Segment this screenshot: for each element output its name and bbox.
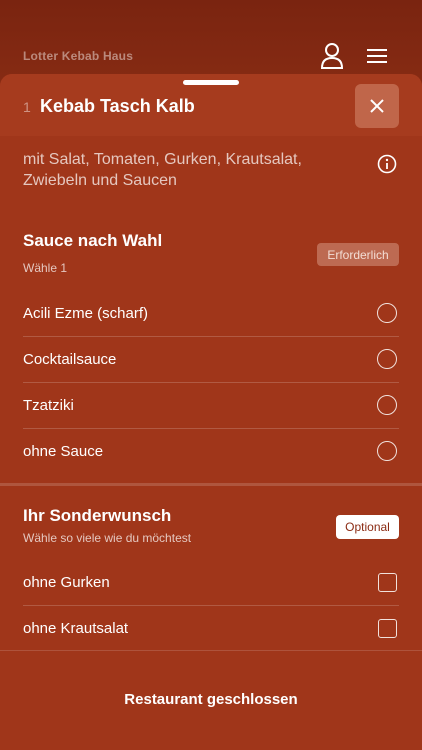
radio-button[interactable] <box>377 349 397 369</box>
optional-badge: Optional <box>336 515 399 539</box>
item-description: mit Salat, Tomaten, Gurken, Krautsalat, … <box>23 151 302 189</box>
sauce-section-title: Sauce nach Wahl <box>23 231 163 250</box>
option-label: Cocktailsauce <box>23 350 117 368</box>
close-button[interactable] <box>355 84 399 128</box>
drag-handle[interactable] <box>183 80 239 85</box>
option-label: ohne Sauce <box>23 442 104 460</box>
close-icon <box>370 99 384 113</box>
item-quantity: 1 <box>23 99 31 115</box>
sauce-option[interactable]: Tzatziki <box>23 382 399 429</box>
menu-icon[interactable] <box>365 42 391 70</box>
sauce-option[interactable]: Acili Ezme (scharf) <box>23 290 399 337</box>
item-sheet: 1 Kebab Tasch Kalb mit Salat, Tomaten, G… <box>0 74 422 750</box>
option-label: Tzatziki <box>23 396 74 414</box>
section-divider <box>0 483 422 486</box>
user-icon[interactable] <box>319 42 345 70</box>
radio-button[interactable] <box>377 303 397 323</box>
checkbox[interactable] <box>378 572 397 592</box>
sauce-option[interactable]: Cocktailsauce <box>23 336 399 383</box>
wish-section-title: Ihr Sonderwunsch <box>23 506 172 525</box>
radio-button[interactable] <box>377 441 397 461</box>
footer-bar: Restaurant geschlossen <box>0 650 422 750</box>
option-label: Acili Ezme (scharf) <box>23 304 149 322</box>
wish-option[interactable]: ohne Gurken <box>23 559 399 606</box>
radio-button[interactable] <box>377 395 397 415</box>
info-icon[interactable] <box>377 154 397 174</box>
wish-section-subtitle: Wähle so viele wie du möchtest <box>23 531 192 545</box>
wish-option[interactable]: ohne Krautsalat <box>23 605 399 651</box>
sauce-option[interactable]: ohne Sauce <box>23 428 399 474</box>
option-label: ohne Krautsalat <box>23 619 129 637</box>
option-label: ohne Gurken <box>23 573 110 591</box>
restaurant-closed-label: Restaurant geschlossen <box>124 691 298 708</box>
item-title: Kebab Tasch Kalb <box>40 96 195 116</box>
sheet-header: 1 Kebab Tasch Kalb <box>0 74 422 136</box>
restaurant-name: Lotter Kebab Haus <box>23 49 134 63</box>
checkbox[interactable] <box>378 618 397 638</box>
sauce-section-subtitle: Wähle 1 <box>23 261 68 275</box>
required-badge: Erforderlich <box>317 243 399 266</box>
